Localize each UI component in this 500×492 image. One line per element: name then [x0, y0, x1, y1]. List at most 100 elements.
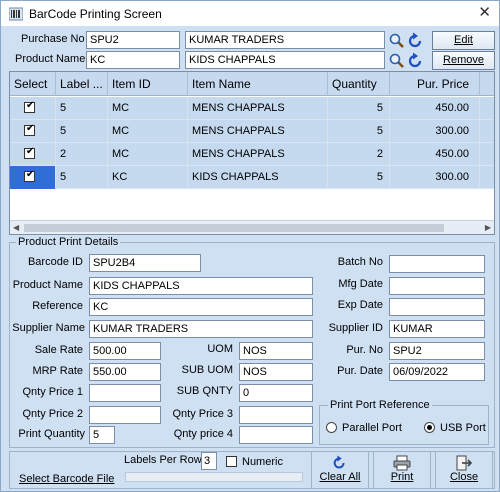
check-icon: ✔ — [26, 169, 35, 180]
clear-all-button[interactable]: Clear All — [311, 451, 369, 489]
close-window-icon[interactable]: ✕ — [478, 4, 491, 22]
refresh-icon[interactable] — [407, 52, 425, 70]
supplier-name-detail-field[interactable]: KUMAR TRADERS — [89, 320, 313, 338]
sub-qnty-label: SUB QNTY — [176, 385, 233, 397]
price-cell: 300.00 — [390, 120, 480, 143]
quantity-cell: 5 — [328, 120, 390, 143]
sub-uom-field[interactable]: NOS — [239, 363, 313, 381]
print-port-legend: Print Port Reference — [328, 399, 432, 411]
product-name-field[interactable]: KIDS CHAPPALS — [185, 51, 385, 69]
horizontal-scrollbar[interactable]: ◀ ▶ — [10, 220, 494, 234]
quantity-cell: 5 — [328, 97, 390, 120]
qnty-price-1-field[interactable] — [89, 384, 161, 402]
items-grid[interactable]: Select Label ... Item ID Item Name Quant… — [9, 71, 495, 235]
barcode-id-label: Barcode ID — [27, 256, 83, 268]
item-id-cell: MC — [108, 143, 188, 166]
scroll-right-icon[interactable]: ▶ — [485, 221, 491, 234]
clear-all-label: Clear All — [319, 471, 361, 483]
reference-field[interactable]: KC — [89, 298, 313, 316]
label-cell: 5 — [56, 166, 108, 189]
barcode-id-field[interactable]: SPU2B4 — [89, 254, 201, 272]
col-item-id[interactable]: Item ID — [108, 72, 188, 96]
sub-qnty-field[interactable]: 0 — [239, 384, 313, 402]
batch-no-label: Batch No — [337, 256, 383, 268]
print-label: Print — [390, 471, 414, 483]
select-cell[interactable]: ✔ — [10, 97, 56, 120]
group-legend: Product Print Details — [16, 236, 121, 248]
select-cell[interactable]: ✔ — [10, 143, 56, 166]
table-row-selected[interactable]: ✔ 5 KC KIDS CHAPPALS 5 300.00 — [10, 166, 494, 189]
supplier-id-label: Supplier ID — [328, 322, 383, 334]
printer-icon — [393, 455, 411, 471]
mrp-rate-label: MRP Rate — [32, 365, 83, 377]
select-cell[interactable]: ✔ — [10, 166, 56, 189]
col-select[interactable]: Select — [10, 72, 56, 96]
qnty-price-2-field[interactable] — [89, 406, 161, 424]
row-checkbox[interactable]: ✔ — [24, 100, 35, 113]
numeric-checkbox[interactable] — [226, 456, 237, 467]
progress-bar — [125, 472, 303, 482]
title-bar: BarCode Printing Screen ✕ — [1, 1, 499, 26]
col-pur-price[interactable]: Pur. Price — [390, 72, 480, 96]
window-title: BarCode Printing Screen — [29, 6, 162, 21]
print-quantity-field[interactable]: 5 — [89, 426, 115, 444]
item-name-cell: KIDS CHAPPALS — [188, 166, 328, 189]
col-item-name[interactable]: Item Name — [188, 72, 328, 96]
pur-date-field[interactable]: 06/09/2022 — [389, 363, 485, 381]
refresh-icon[interactable] — [407, 32, 425, 50]
select-barcode-file-link[interactable]: Select Barcode File — [19, 473, 114, 485]
product-name-detail-field[interactable]: KIDS CHAPPALS — [89, 277, 313, 295]
exit-icon — [456, 455, 473, 471]
supplier-id-field[interactable]: KUMAR — [389, 320, 485, 338]
qnty-price-3-field[interactable] — [239, 406, 313, 424]
print-button[interactable]: Print — [373, 451, 431, 489]
mfg-date-field[interactable] — [389, 277, 485, 295]
supplier-name-field[interactable]: KUMAR TRADERS — [185, 31, 385, 49]
scroll-left-icon[interactable]: ◀ — [13, 221, 19, 234]
table-row[interactable]: ✔ 2 MC MENS CHAPPALS 2 450.00 — [10, 143, 494, 166]
parallel-port-radio[interactable] — [326, 422, 337, 433]
search-icon[interactable] — [388, 52, 406, 70]
undo-icon — [333, 455, 345, 469]
numeric-option[interactable]: Numeric — [226, 454, 283, 468]
qnty-price-1-label: Qnty Price 1 — [22, 386, 83, 398]
col-label[interactable]: Label ... — [56, 72, 108, 96]
quantity-cell: 5 — [328, 166, 390, 189]
edit-button[interactable]: Edit — [432, 31, 495, 50]
table-row[interactable]: ✔ 5 MC MENS CHAPPALS 5 300.00 — [10, 120, 494, 143]
exp-date-field[interactable] — [389, 298, 485, 316]
row-checkbox[interactable]: ✔ — [24, 169, 35, 182]
row-checkbox[interactable]: ✔ — [24, 146, 35, 159]
filler-cell — [480, 120, 494, 143]
pur-no-label: Pur. No — [346, 344, 383, 356]
qnty-price-4-field[interactable] — [239, 426, 313, 444]
labels-per-row-label: Labels Per Row — [124, 454, 202, 466]
search-icon[interactable] — [388, 32, 406, 50]
parallel-port-option[interactable]: Parallel Port — [326, 420, 402, 434]
usb-port-radio[interactable] — [424, 422, 435, 433]
label-cell: 2 — [56, 143, 108, 166]
row-checkbox[interactable]: ✔ — [24, 123, 35, 136]
item-id-cell: MC — [108, 120, 188, 143]
qnty-price-4-label: Qnty price 4 — [173, 428, 233, 440]
batch-no-field[interactable] — [389, 255, 485, 273]
close-button[interactable]: Close — [435, 451, 493, 489]
sale-rate-field[interactable]: 500.00 — [89, 342, 161, 360]
pur-no-field[interactable]: SPU2 — [389, 342, 485, 360]
table-row[interactable]: ✔ 5 MC MENS CHAPPALS 5 450.00 — [10, 97, 494, 120]
edit-button-label: Edit — [454, 34, 473, 46]
sale-rate-label: Sale Rate — [34, 344, 83, 356]
remove-button[interactable]: Remove — [432, 51, 495, 70]
labels-per-row-field[interactable]: 3 — [201, 452, 217, 470]
select-cell[interactable]: ✔ — [10, 120, 56, 143]
scrollbar-thumb[interactable] — [24, 224, 444, 232]
purchase-no-field[interactable]: SPU2 — [86, 31, 180, 49]
col-filler — [480, 72, 494, 96]
product-code-field[interactable]: KC — [86, 51, 180, 69]
col-quantity[interactable]: Quantity — [328, 72, 390, 96]
uom-field[interactable]: NOS — [239, 342, 313, 360]
usb-port-option[interactable]: USB Port — [424, 420, 486, 434]
pur-date-label: Pur. Date — [337, 365, 383, 377]
quantity-cell: 2 — [328, 143, 390, 166]
mrp-rate-field[interactable]: 550.00 — [89, 363, 161, 381]
